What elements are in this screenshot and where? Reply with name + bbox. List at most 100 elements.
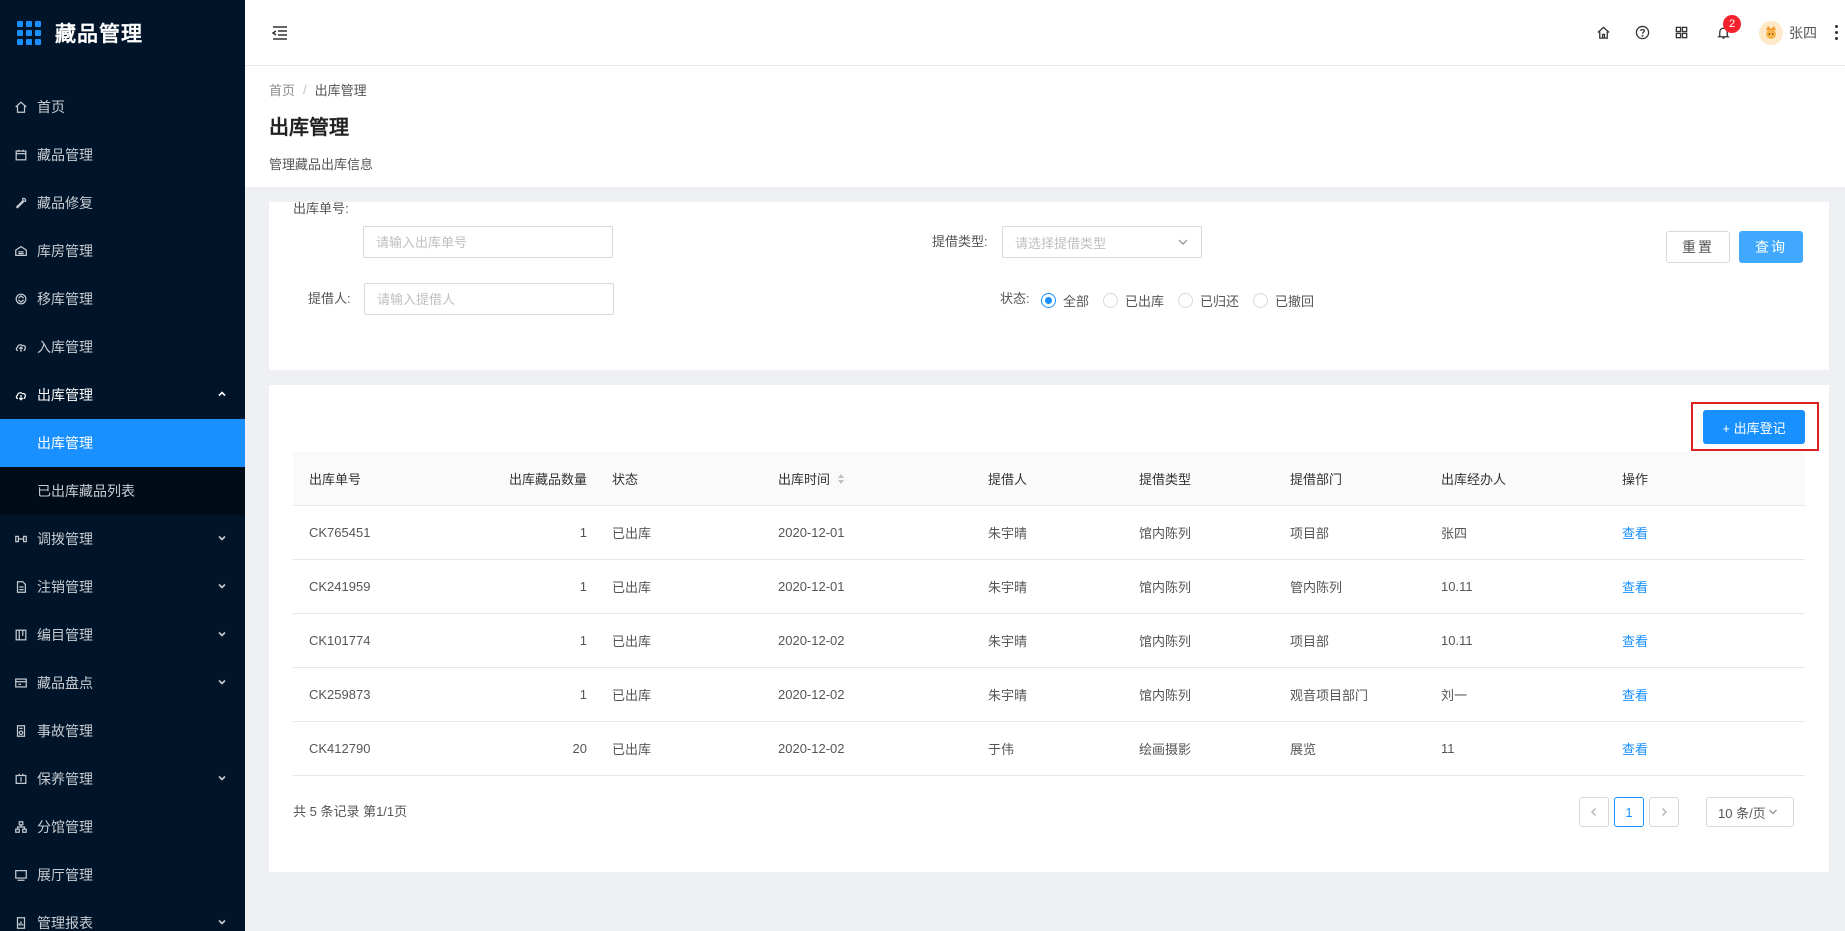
sidebar-item-3[interactable]: 藏品修复 bbox=[0, 179, 245, 227]
sidebar-item-15[interactable]: 展厅管理 bbox=[0, 851, 245, 899]
menu-fold-icon[interactable] bbox=[270, 23, 290, 43]
home-icon[interactable] bbox=[1595, 25, 1611, 41]
view-link[interactable]: 查看 bbox=[1622, 577, 1648, 596]
app-logo[interactable]: 藏品管理 bbox=[0, 0, 245, 66]
table-cell: 1 bbox=[579, 579, 587, 594]
table-cell: 已出库 bbox=[612, 580, 652, 595]
inventory-icon bbox=[13, 675, 29, 691]
table-cell: 已出库 bbox=[612, 526, 652, 541]
table-cell: 2020-12-02 bbox=[778, 687, 845, 702]
sidebar-item-2[interactable]: 藏品管理 bbox=[0, 131, 245, 179]
sidebar-item-1[interactable]: 首页 bbox=[0, 83, 245, 131]
borrower-input[interactable] bbox=[364, 283, 614, 315]
table-cell: 朱宇晴 bbox=[988, 526, 1028, 541]
sidebar: 藏品管理 首页 藏品管理 藏品修复 库房管理 移库管理 入库管理 出库管理 出库管理 已出库藏品… bbox=[0, 0, 245, 931]
bell-icon[interactable]: 2 bbox=[1715, 14, 1741, 41]
query-button[interactable]: 查询 bbox=[1739, 231, 1803, 263]
maintain-icon bbox=[13, 771, 29, 787]
sidebar-item-label: 保养管理 bbox=[37, 771, 93, 787]
table-row: CK765451 1 已出库 2020-12-01 朱宇晴 馆内陈列 项目部 张四 查看 bbox=[293, 506, 1805, 560]
order-no-input[interactable] bbox=[363, 226, 613, 258]
status-radio-2[interactable]: 已出库 bbox=[1103, 291, 1164, 310]
page-number-button[interactable]: 1 bbox=[1614, 797, 1644, 827]
view-link[interactable]: 查看 bbox=[1622, 739, 1648, 758]
sidebar-item-9[interactable]: 注销管理 bbox=[0, 563, 245, 611]
filter-panel: 出库单号: 提借类型: 请选择提借类型 重置 查询 提借人: 状态: 全部 已出库… bbox=[269, 201, 1829, 370]
sidebar-item-6[interactable]: 入库管理 bbox=[0, 323, 245, 371]
view-link[interactable]: 查看 bbox=[1622, 523, 1648, 542]
column-header: 提借人 bbox=[988, 469, 1027, 488]
user-menu[interactable]: 张四 bbox=[1759, 20, 1817, 45]
table-cell: 1 bbox=[579, 525, 587, 540]
sidebar-item-13[interactable]: 保养管理 bbox=[0, 755, 245, 803]
table-row: CK241959 1 已出库 2020-12-01 朱宇晴 馆内陈列 管内陈列 10.11 查看 bbox=[293, 560, 1805, 614]
sidebar-menu: 首页 藏品管理 藏品修复 库房管理 移库管理 入库管理 出库管理 出库管理 已出库藏品列表 调拨管… bbox=[0, 83, 245, 931]
sidebar-item-12[interactable]: 事故管理 bbox=[0, 707, 245, 755]
sidebar-item-label: 藏品修复 bbox=[37, 195, 93, 211]
table-cell: 馆内陈列 bbox=[1139, 688, 1192, 703]
table-cell: CK259873 bbox=[309, 687, 371, 702]
table-cell: 于伟 bbox=[988, 742, 1015, 757]
sidebar-item-label: 注销管理 bbox=[37, 579, 93, 595]
status-radio-label: 全部 bbox=[1063, 294, 1090, 309]
table-cell: 2020-12-02 bbox=[778, 633, 845, 648]
column-header-label: 操作 bbox=[1622, 472, 1649, 487]
sidebar-item-16[interactable]: 管理报表 bbox=[0, 899, 245, 931]
more-vertical-icon[interactable] bbox=[1835, 25, 1839, 40]
status-radio-3[interactable]: 已归还 bbox=[1178, 291, 1239, 310]
table-cell: 11 bbox=[1441, 741, 1455, 756]
help-icon[interactable] bbox=[1634, 25, 1650, 41]
chevron-right-icon bbox=[1661, 807, 1668, 817]
breadcrumb-home[interactable]: 首页 bbox=[269, 80, 295, 99]
next-page-button[interactable] bbox=[1649, 797, 1679, 827]
view-link[interactable]: 查看 bbox=[1622, 631, 1648, 650]
sidebar-item-label: 库房管理 bbox=[37, 243, 93, 259]
status-radio-label: 已出库 bbox=[1125, 294, 1165, 309]
register-outbound-button[interactable]: + 出库登记 bbox=[1703, 410, 1805, 444]
status-radio-4[interactable]: 已撤回 bbox=[1253, 291, 1314, 310]
status-radio-1[interactable]: 全部 bbox=[1041, 291, 1089, 310]
radio-checked-icon bbox=[1041, 293, 1056, 308]
sidebar-subitem-1[interactable]: 出库管理 bbox=[0, 419, 245, 467]
table-cell: 馆内陈列 bbox=[1139, 634, 1192, 649]
sort-icon[interactable] bbox=[838, 473, 845, 484]
catalog-icon bbox=[13, 627, 29, 643]
table-cell: CK765451 bbox=[309, 525, 371, 540]
sidebar-item-7[interactable]: 出库管理 bbox=[0, 371, 245, 419]
sidebar-item-11[interactable]: 藏品盘点 bbox=[0, 659, 245, 707]
reset-button[interactable]: 重置 bbox=[1666, 231, 1730, 263]
view-link[interactable]: 查看 bbox=[1622, 685, 1648, 704]
swap-icon bbox=[13, 531, 29, 547]
sidebar-item-14[interactable]: 分馆管理 bbox=[0, 803, 245, 851]
table-cell: 张四 bbox=[1441, 526, 1468, 541]
sidebar-item-8[interactable]: 调拨管理 bbox=[0, 515, 245, 563]
borrow-type-select[interactable]: 请选择提借类型 bbox=[1002, 226, 1202, 258]
table-body: CK765451 1 已出库 2020-12-01 朱宇晴 馆内陈列 项目部 张四 查看 CK24… bbox=[293, 506, 1805, 776]
hall-icon bbox=[13, 867, 29, 883]
chevron-down-icon bbox=[217, 581, 227, 594]
calendar-icon bbox=[13, 147, 29, 163]
prev-page-button[interactable] bbox=[1579, 797, 1609, 827]
column-header[interactable]: 出库时间 bbox=[778, 469, 845, 488]
sidebar-item-label: 分馆管理 bbox=[37, 819, 93, 835]
column-header: 状态 bbox=[612, 469, 638, 488]
chevron-down-icon bbox=[217, 533, 227, 546]
sidebar-item-label: 展厅管理 bbox=[37, 867, 93, 883]
apps-icon[interactable] bbox=[1673, 25, 1689, 41]
sidebar-subitem-2[interactable]: 已出库藏品列表 bbox=[0, 467, 245, 515]
sidebar-item-4[interactable]: 库房管理 bbox=[0, 227, 245, 275]
table-cell: 项目部 bbox=[1290, 634, 1330, 649]
sidebar-item-5[interactable]: 移库管理 bbox=[0, 275, 245, 323]
table-row: CK259873 1 已出库 2020-12-02 朱宇晴 馆内陈列 观音项目部门 刘一 查看 bbox=[293, 668, 1805, 722]
chevron-left-icon bbox=[1590, 807, 1597, 817]
sidebar-item-10[interactable]: 编目管理 bbox=[0, 611, 245, 659]
borrower-label: 提借人: bbox=[308, 291, 351, 306]
notification-badge: 2 bbox=[1723, 14, 1741, 33]
table-cell: 观音项目部门 bbox=[1290, 688, 1369, 703]
transfer-icon bbox=[13, 291, 29, 307]
page-size-select[interactable]: 10 条/页 bbox=[1706, 797, 1794, 827]
page-description: 管理藏品出库信息 bbox=[269, 157, 374, 172]
column-header: 出库单号 bbox=[309, 469, 361, 488]
radio-unchecked-icon bbox=[1103, 293, 1119, 308]
column-header-label: 提借人 bbox=[988, 472, 1028, 487]
